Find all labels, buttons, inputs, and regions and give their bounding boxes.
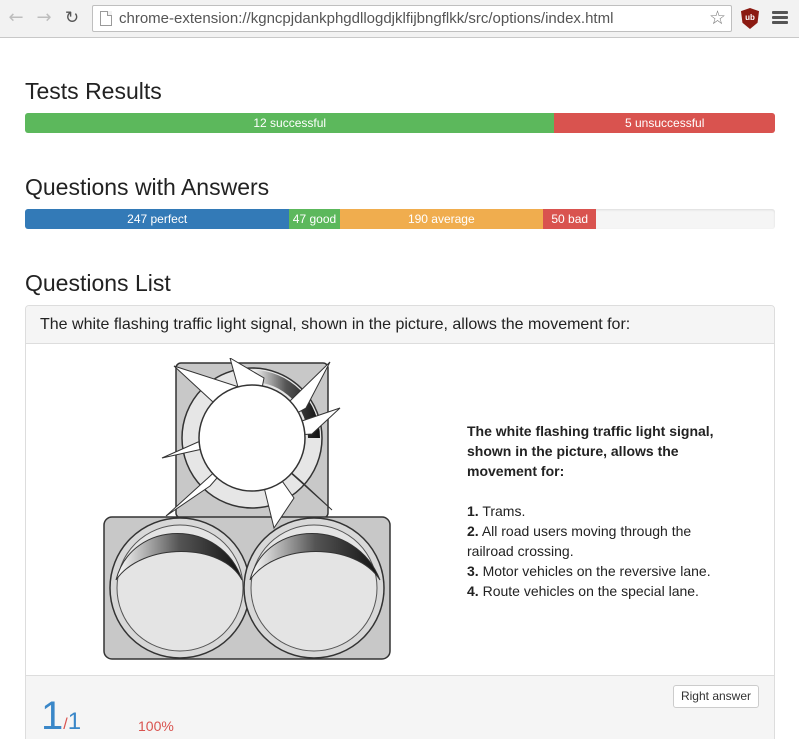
question-title: The white flashing traffic light signal,… [26, 306, 774, 344]
question-text-block: The white flashing traffic light signal,… [467, 421, 737, 601]
traffic-light-picture [103, 358, 391, 660]
answers-bar-3: 50 bad [542, 209, 597, 229]
url-text[interactable]: chrome-extension://kgncpjdankphgdllogdjk… [119, 10, 613, 27]
answer-option-number: 4. [467, 583, 479, 599]
question-body: The white flashing traffic light signal,… [26, 344, 774, 675]
questions-with-answers-heading: Questions with Answers [25, 174, 270, 200]
answers-bar-2: 190 average [339, 209, 543, 229]
score-current: 1 [41, 694, 64, 738]
answer-option-number: 1. [467, 503, 479, 519]
tests-result-bar-1: 5 unsuccessful [554, 113, 775, 133]
answer-option: 3. Motor vehicles on the reversive lane. [467, 561, 737, 581]
tests-results-heading: Tests Results [25, 78, 162, 104]
right-answer-button[interactable]: Right answer [672, 685, 759, 708]
questions-list-heading: Questions List [25, 270, 171, 296]
back-arrow-icon[interactable]: ← [6, 8, 26, 28]
question-panel: The white flashing traffic light signal,… [25, 305, 775, 739]
answer-option-text: Motor vehicles on the reversive lane. [482, 563, 711, 579]
hamburger-menu-icon[interactable] [772, 11, 788, 25]
score-total: 1 [67, 708, 82, 735]
answers-bar-0: 247 perfect [25, 209, 290, 229]
answer-option-number: 3. [467, 563, 479, 579]
page-icon [100, 11, 112, 26]
answer-option: 1. Trams. [467, 501, 737, 521]
answer-option-text: All road users moving through the railro… [467, 523, 692, 559]
tests-results-progress: 12 successful 5 unsuccessful [25, 113, 775, 133]
question-score: 1/1 [41, 694, 81, 739]
answer-option-text: Route vehicles on the special lane. [482, 583, 699, 599]
answers-progress: 247 perfect 47 good 190 average 50 bad [25, 209, 775, 229]
answer-option: 4. Route vehicles on the special lane. [467, 581, 737, 601]
question-footer: Right answer 1/1 100% [26, 675, 774, 739]
answers-bar-1: 47 good [289, 209, 340, 229]
ublock-extension-icon[interactable]: ub [741, 8, 759, 29]
tests-result-bar-0: 12 successful [25, 113, 555, 133]
answer-options: 1. Trams. 2. All road users moving throug… [467, 501, 737, 601]
question-body-title: The white flashing traffic light signal,… [467, 423, 714, 479]
answer-option-text: Trams. [482, 503, 526, 519]
forward-arrow-icon[interactable]: → [34, 8, 54, 28]
address-bar[interactable]: chrome-extension://kgncpjdankphgdllogdjk… [92, 5, 732, 32]
answer-option-number: 2. [467, 523, 479, 539]
browser-toolbar: ← → ↻ chrome-extension://kgncpjdankphgdl… [0, 0, 799, 38]
answer-option: 2. All road users moving through the rai… [467, 521, 737, 561]
star-icon[interactable]: ☆ [709, 7, 726, 29]
reload-icon[interactable]: ↻ [62, 8, 82, 28]
score-percent: 100% [138, 718, 174, 734]
